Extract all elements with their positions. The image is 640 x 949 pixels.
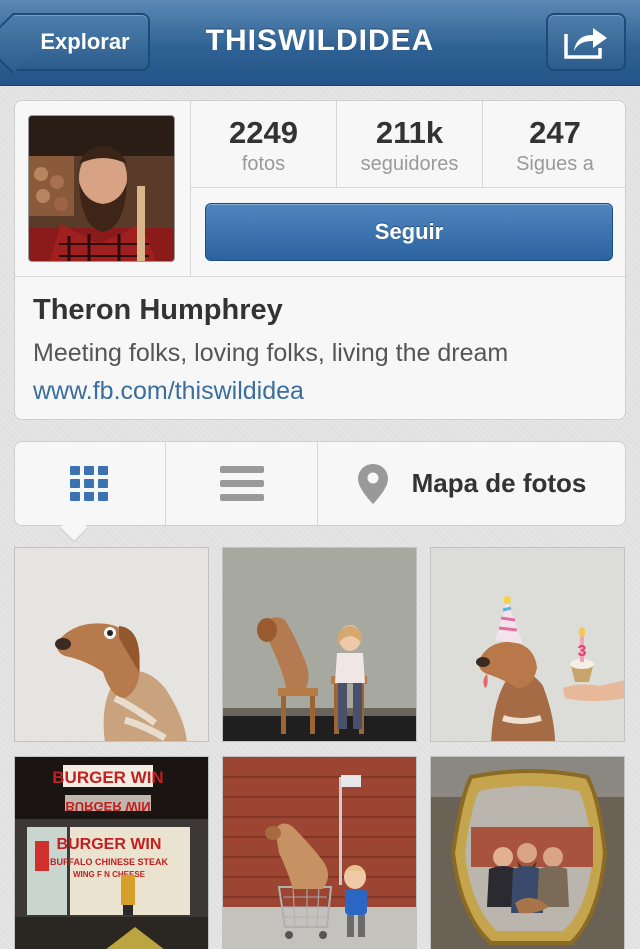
back-button[interactable]: Explorar xyxy=(12,13,150,71)
profile-bio: Meeting folks, loving folks, living the … xyxy=(33,339,509,367)
share-arrow-icon xyxy=(564,28,607,59)
stat-following[interactable]: 247 Sigues a xyxy=(483,101,625,188)
following-count: 247 xyxy=(529,115,581,150)
burger-sign-window: BURGER WIN xyxy=(57,836,162,853)
follow-button[interactable]: Seguir xyxy=(205,203,613,261)
map-pin-icon xyxy=(357,463,388,504)
divider xyxy=(15,276,625,277)
avatar-photo xyxy=(29,116,174,261)
dog-and-girl-photo xyxy=(223,548,416,741)
photo-thumbnail[interactable]: BURGER WIN BURGER WIN BURGER WIN BUFFALO… xyxy=(14,756,209,949)
navigation-bar: Explorar THISWILDIDEA xyxy=(0,0,640,86)
dog-in-cart-photo xyxy=(223,757,416,949)
view-tabs: Mapa de fotos xyxy=(14,441,626,526)
photos-count: 2249 xyxy=(229,115,298,150)
follow-button-label: Seguir xyxy=(374,219,444,244)
photo-map-label: Mapa de fotos xyxy=(411,468,587,498)
dog-portrait-photo xyxy=(15,548,208,741)
window-text-1: BUFFALO CHINESE STEAK xyxy=(50,857,169,867)
profile-name: Theron Humphrey xyxy=(33,294,283,326)
photo-thumbnail[interactable] xyxy=(222,547,417,742)
following-label: Sigues a xyxy=(516,153,594,175)
tab-photo-map[interactable]: Mapa de fotos xyxy=(318,442,626,525)
back-button-label: Explorar xyxy=(40,29,130,54)
tab-list[interactable] xyxy=(166,442,317,525)
followers-count: 211k xyxy=(375,115,444,150)
burger-sign-top: BURGER WIN xyxy=(52,768,163,787)
photo-thumbnail[interactable] xyxy=(430,756,625,949)
burger-sign-mirror: BURGER WIN xyxy=(65,799,150,814)
profile-website-link[interactable]: www.fb.com/thiswildidea xyxy=(33,377,304,406)
photo-thumbnail[interactable] xyxy=(222,756,417,949)
tab-grid[interactable] xyxy=(15,442,165,525)
share-button[interactable] xyxy=(546,13,626,71)
grid-icon xyxy=(70,465,108,501)
page-title: THISWILDIDEA xyxy=(205,24,435,57)
burger-win-night-photo: BURGER WIN BURGER WIN BURGER WIN BUFFALO… xyxy=(15,757,208,949)
followers-label: seguidores xyxy=(360,153,459,175)
stat-followers[interactable]: 211k seguidores xyxy=(337,101,483,188)
list-icon xyxy=(219,465,264,501)
candle-number: 3 xyxy=(578,643,587,660)
photo-thumbnail[interactable]: 3 xyxy=(430,547,625,742)
avatar[interactable] xyxy=(28,115,175,262)
photo-thumbnail[interactable] xyxy=(14,547,209,742)
dog-birthday-photo: 3 xyxy=(431,548,624,741)
photos-label: fotos xyxy=(241,153,286,175)
family-in-mirror-photo xyxy=(431,757,624,949)
profile-card: 2249 fotos 211k seguidores 247 Sigues a … xyxy=(14,100,626,420)
stat-photos[interactable]: 2249 fotos xyxy=(191,101,337,188)
